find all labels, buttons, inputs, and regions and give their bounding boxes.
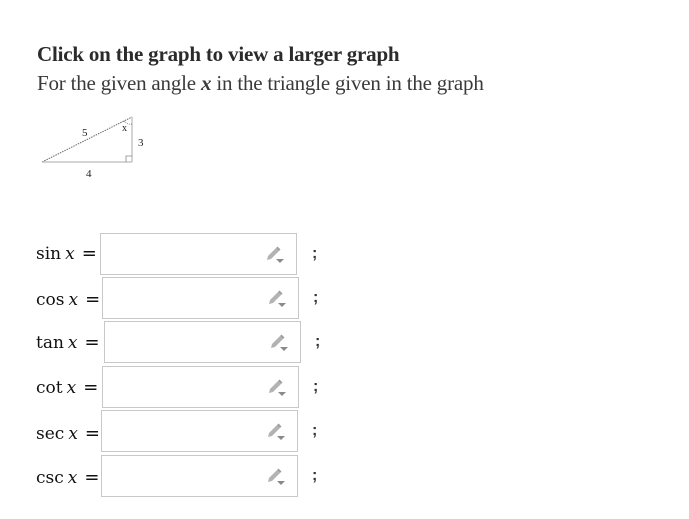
trig-row-cos: cos x = ;: [0, 277, 689, 321]
function-name: sin: [36, 244, 62, 264]
trig-row-sin: sin x = ;: [0, 233, 689, 277]
function-variable: x: [65, 244, 75, 264]
equals-sign: =: [81, 243, 97, 264]
separator: ;: [313, 289, 319, 306]
function-label: sec x =: [36, 423, 100, 444]
angle-label: x: [122, 123, 127, 134]
separator: ;: [312, 467, 318, 484]
sin-answer-input[interactable]: [100, 233, 297, 275]
equals-sign: =: [84, 467, 100, 488]
function-name: csc: [36, 468, 64, 488]
equals-sign: =: [83, 377, 99, 398]
function-label: cot x =: [36, 377, 98, 398]
function-name: cos: [36, 290, 65, 310]
subtitle-text-before: For the given angle: [37, 71, 201, 95]
function-variable: x: [67, 468, 78, 488]
pencil-dropdown-icon[interactable]: [266, 290, 286, 308]
separator: ;: [315, 333, 321, 350]
trig-row-csc: csc x = ;: [0, 455, 689, 499]
function-variable: x: [68, 290, 79, 310]
function-variable: x: [66, 378, 77, 398]
hypotenuse-line: [41, 116, 133, 163]
trig-row-tan: tan x = ;: [0, 321, 689, 365]
opposite-label: 3: [138, 137, 144, 149]
trig-row-sec: sec x = ;: [0, 410, 689, 454]
csc-answer-input[interactable]: [101, 455, 298, 497]
separator: ;: [312, 245, 318, 262]
hypotenuse-label: 5: [82, 127, 88, 139]
pencil-dropdown-icon[interactable]: [265, 423, 285, 441]
separator: ;: [313, 378, 319, 395]
function-label: cos x =: [36, 289, 100, 310]
cos-answer-input[interactable]: [102, 277, 299, 319]
angle-variable: x: [200, 71, 212, 95]
instruction-title: Click on the graph to view a larger grap…: [37, 42, 400, 66]
function-variable: x: [68, 424, 78, 444]
trig-row-cot: cot x = ;: [0, 366, 689, 410]
triangle-graph[interactable]: 5 4 3 x: [38, 112, 153, 184]
sec-answer-input[interactable]: [101, 410, 298, 452]
equals-sign: =: [84, 423, 100, 444]
pencil-dropdown-icon[interactable]: [268, 334, 288, 352]
cot-answer-input[interactable]: [102, 366, 299, 408]
adjacent-label: 4: [86, 168, 92, 180]
triangle-diagram: 5 4 3 x: [41, 116, 144, 180]
tan-answer-input[interactable]: [104, 321, 301, 363]
pencil-dropdown-icon[interactable]: [264, 246, 284, 264]
pencil-dropdown-icon[interactable]: [265, 468, 285, 486]
equals-sign: =: [85, 289, 101, 310]
function-label: tan x =: [36, 332, 100, 353]
problem-statement: For the given angle x in the triangle gi…: [37, 71, 484, 96]
function-variable: x: [67, 333, 78, 353]
function-name: sec: [36, 424, 65, 444]
function-label: csc x =: [36, 467, 99, 488]
pencil-dropdown-icon[interactable]: [266, 379, 286, 397]
separator: ;: [312, 422, 318, 439]
function-name: cot: [36, 378, 63, 398]
function-label: sin x =: [36, 243, 97, 264]
right-angle-marker: [125, 155, 132, 162]
equals-sign: =: [84, 332, 100, 353]
function-name: tan: [36, 333, 64, 353]
subtitle-text-after: in the triangle given in the graph: [211, 71, 484, 95]
